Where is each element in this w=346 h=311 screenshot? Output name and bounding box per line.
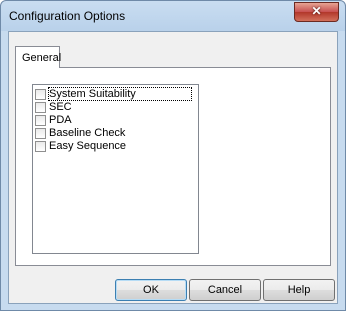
checkbox[interactable] bbox=[35, 102, 46, 113]
list-item-label: System Suitability bbox=[48, 87, 192, 101]
list-item-label: SEC bbox=[49, 101, 72, 113]
list-item-easy-sequence[interactable]: Easy Sequence bbox=[35, 140, 193, 153]
checkbox[interactable] bbox=[35, 141, 46, 152]
list-item-pda[interactable]: PDA bbox=[35, 114, 193, 127]
title-bar[interactable]: Configuration Options ✕ bbox=[1, 1, 345, 31]
list-item-label: Easy Sequence bbox=[49, 140, 127, 152]
list-item-label: Baseline Check bbox=[49, 127, 126, 139]
list-item-label: PDA bbox=[49, 114, 72, 126]
list-item-sec[interactable]: SEC bbox=[35, 101, 193, 114]
dialog-client-area: General System Suitability SEC PDA Basel… bbox=[8, 31, 338, 304]
window-title: Configuration Options bbox=[9, 9, 126, 23]
cancel-button[interactable]: Cancel bbox=[189, 279, 261, 301]
ok-button[interactable]: OK bbox=[115, 279, 187, 301]
options-checklist[interactable]: System Suitability SEC PDA Baseline Chec… bbox=[32, 84, 199, 254]
tab-general[interactable]: General bbox=[15, 46, 62, 68]
dialog-window: Configuration Options ✕ General System S… bbox=[0, 0, 346, 311]
checkbox[interactable] bbox=[35, 89, 46, 100]
close-icon: ✕ bbox=[311, 4, 322, 18]
checkbox[interactable] bbox=[35, 115, 46, 126]
help-button[interactable]: Help bbox=[263, 279, 335, 301]
list-item-system-suitability[interactable]: System Suitability bbox=[35, 87, 193, 101]
tab-general-label: General bbox=[22, 52, 62, 64]
list-item-baseline-check[interactable]: Baseline Check bbox=[35, 127, 193, 140]
checkbox[interactable] bbox=[35, 128, 46, 139]
close-button[interactable]: ✕ bbox=[294, 2, 339, 22]
